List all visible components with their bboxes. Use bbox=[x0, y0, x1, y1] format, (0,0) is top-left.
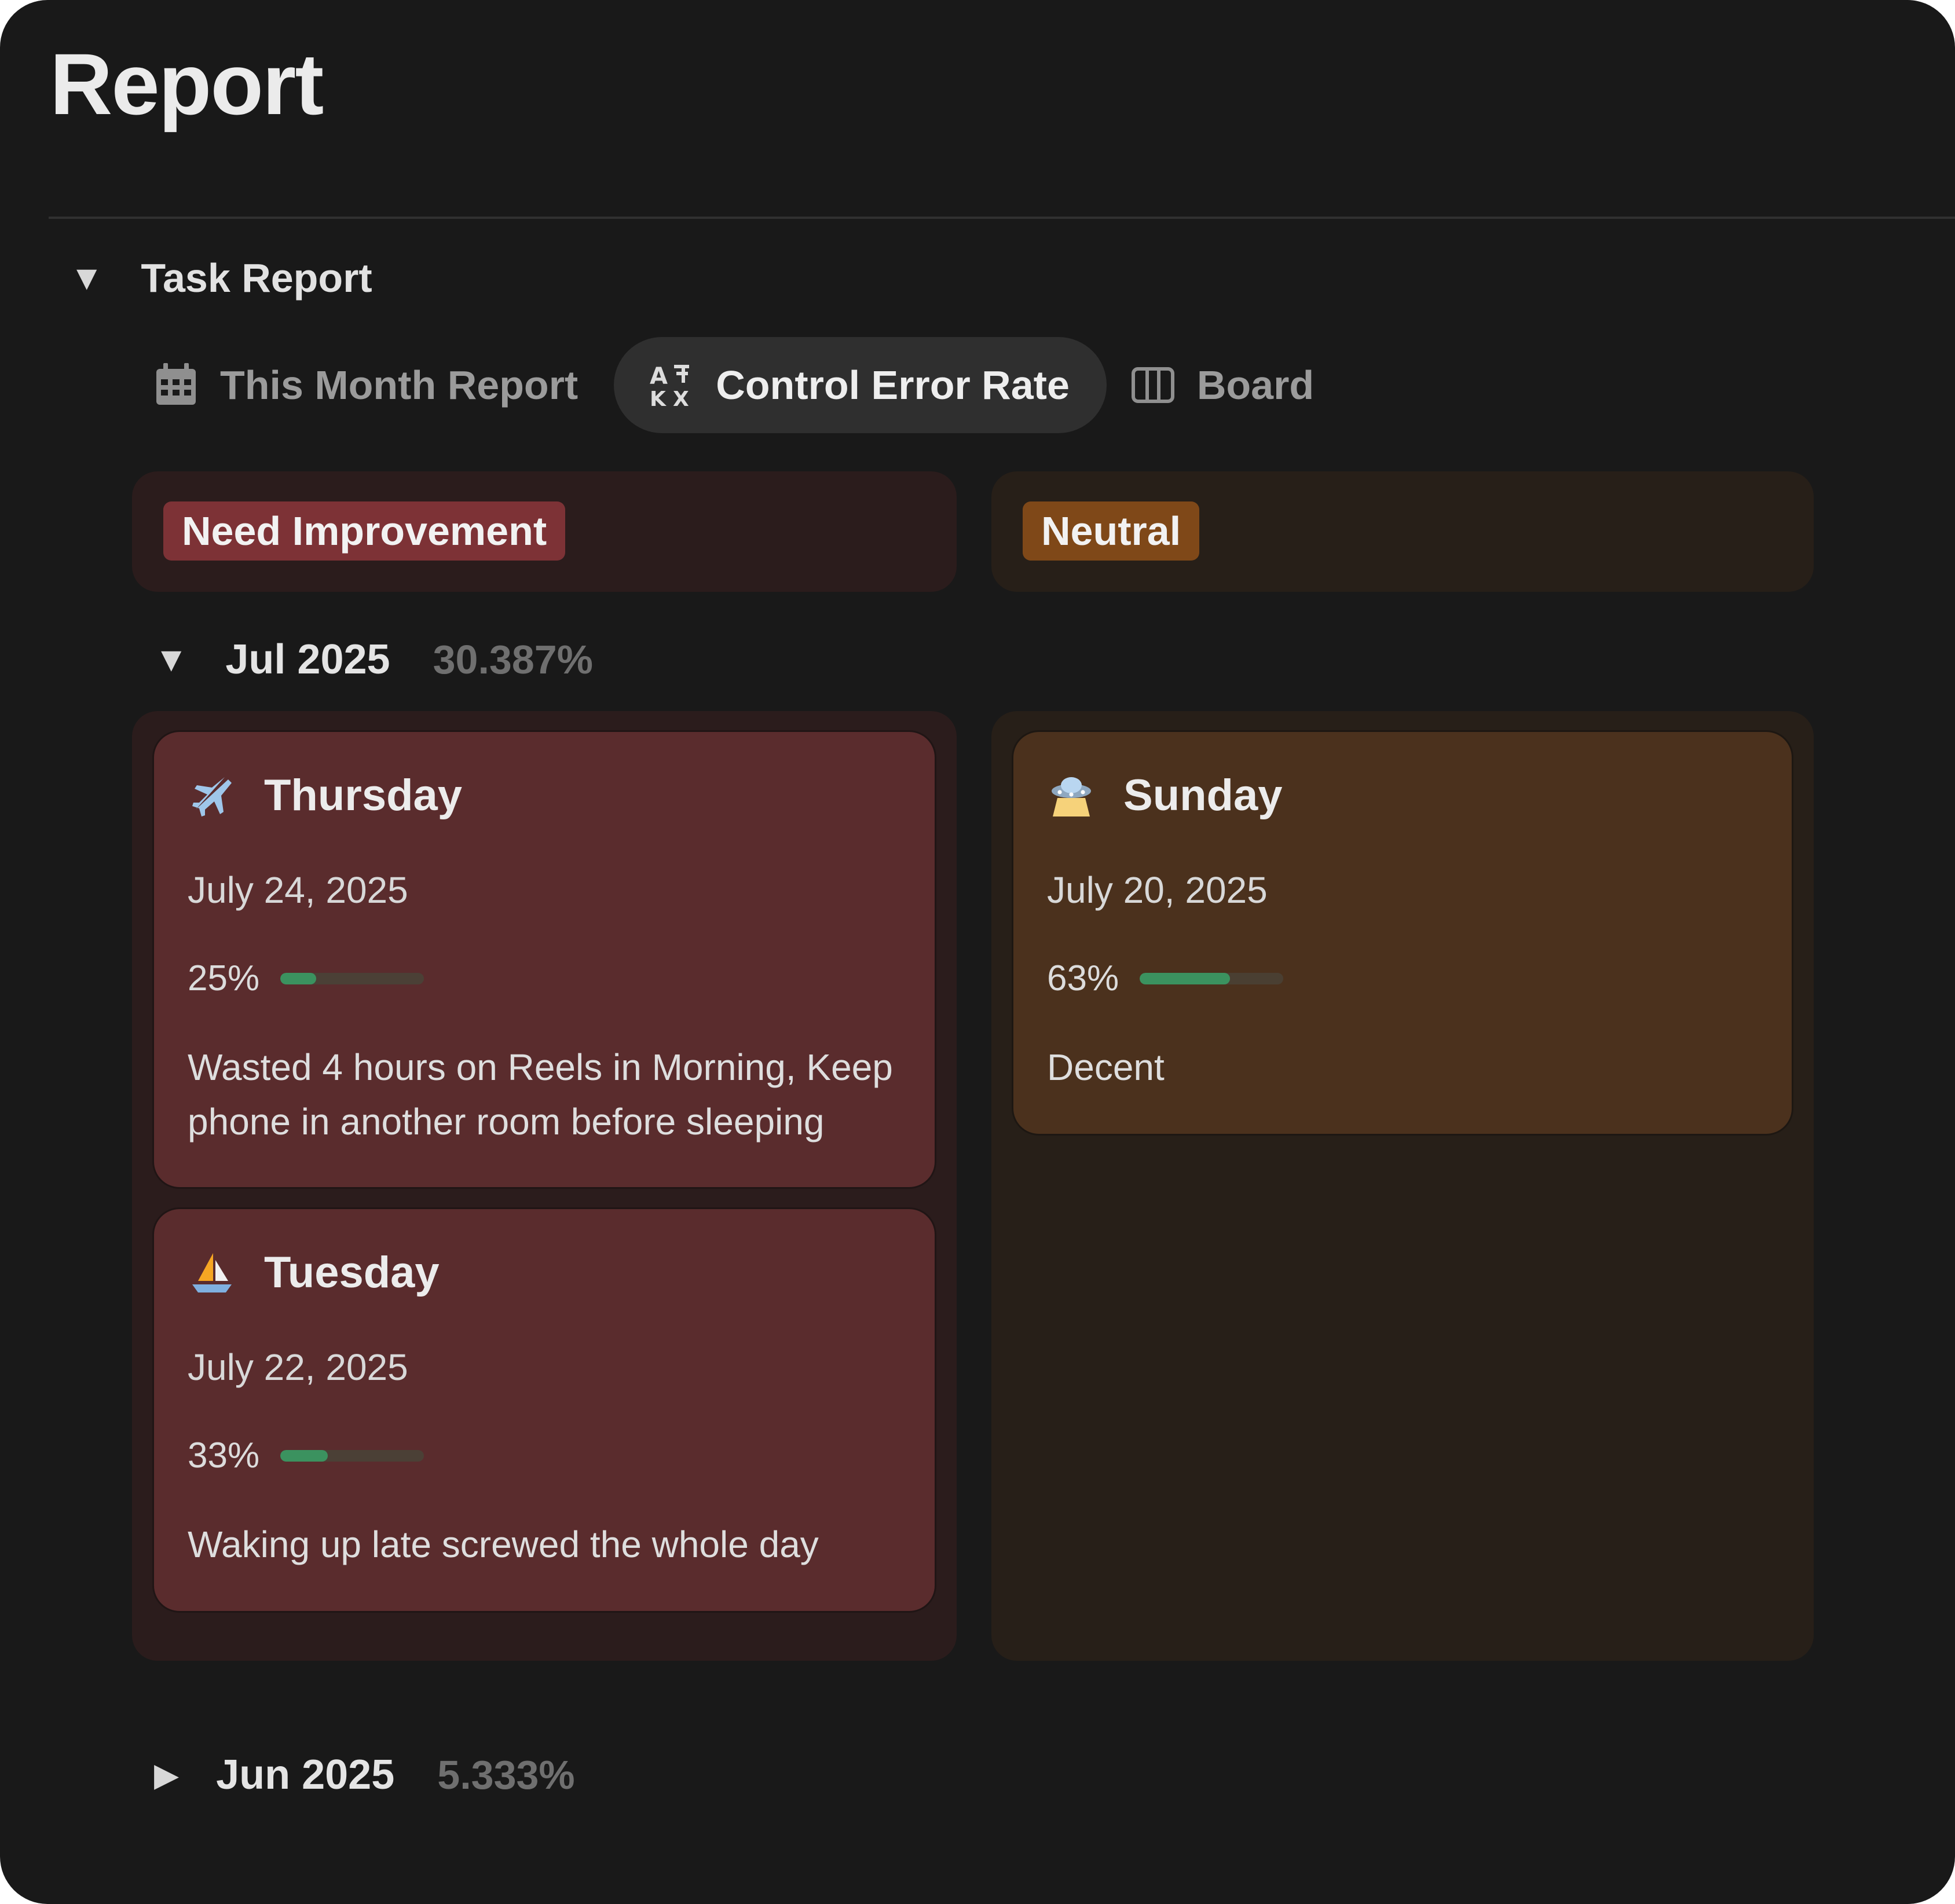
collapse-triangle-icon[interactable]: ▼ bbox=[69, 261, 104, 295]
card-title: Sunday bbox=[1123, 771, 1283, 820]
view-tabs: This Month Report A K X Control Error Ra… bbox=[153, 336, 1351, 434]
group-header-jun-2025[interactable]: ▶ Jun 2025 5.333% bbox=[154, 1751, 575, 1799]
card-date: July 22, 2025 bbox=[188, 1346, 408, 1388]
card-title: Thursday bbox=[264, 771, 463, 820]
tab-this-month-report[interactable]: This Month Report bbox=[153, 337, 615, 433]
card-note: Wasted 4 hours on Reels in Morning, Keep… bbox=[188, 1046, 893, 1143]
tab-label: Control Error Rate bbox=[716, 363, 1070, 408]
group-label: Jul 2025 bbox=[225, 636, 390, 683]
progress-bar-fill bbox=[280, 1449, 328, 1462]
card-sunday[interactable]: Sunday July 20, 2025 63% Decent bbox=[1013, 732, 1792, 1134]
board-columns-icon bbox=[1131, 367, 1174, 403]
tab-label: This Month Report bbox=[220, 363, 579, 408]
tab-board[interactable]: Board bbox=[1130, 337, 1351, 433]
progress-value: 33% bbox=[188, 1436, 260, 1475]
card-date: July 24, 2025 bbox=[188, 869, 408, 911]
progress-bar-fill bbox=[280, 972, 316, 984]
svg-text:A: A bbox=[650, 363, 668, 390]
progress: 63% bbox=[1047, 958, 1283, 999]
card-title: Tuesday bbox=[264, 1248, 440, 1297]
calendar-icon bbox=[156, 363, 196, 405]
column-header-neutral[interactable]: Neutral bbox=[991, 471, 1814, 592]
page-title: Report bbox=[50, 35, 324, 133]
progress-bar bbox=[280, 972, 424, 984]
progress-value: 63% bbox=[1047, 958, 1119, 998]
progress-bar bbox=[280, 1449, 424, 1462]
group-header-jul-2025[interactable]: ▼ Jul 2025 30.387% bbox=[154, 636, 593, 683]
progress: 25% bbox=[188, 958, 424, 999]
group-label: Jun 2025 bbox=[216, 1752, 395, 1798]
card-note: Waking up late screwed the whole day bbox=[188, 1524, 819, 1565]
column-body-neutral: Sunday July 20, 2025 63% Decent bbox=[991, 711, 1814, 1661]
svg-text:X: X bbox=[673, 387, 689, 408]
card-thursday[interactable]: Thursday July 24, 2025 25% Wasted 4 hour… bbox=[154, 732, 935, 1187]
airplane-icon bbox=[192, 777, 232, 816]
expand-triangle-icon[interactable]: ▶ bbox=[154, 1759, 179, 1791]
progress-bar-fill bbox=[1140, 972, 1231, 984]
tab-label: Board bbox=[1196, 363, 1315, 408]
tab-control-error-rate[interactable]: A K X Control Error Rate bbox=[614, 337, 1107, 433]
column-header-need-improvement[interactable]: Need Improvement bbox=[132, 471, 957, 592]
section-title: Task Report bbox=[141, 255, 372, 301]
app-window: Report ▼ Task Report This Month Report A bbox=[0, 0, 1955, 1904]
ufo-icon bbox=[1052, 777, 1091, 816]
group-aggregate: 30.387% bbox=[433, 637, 593, 682]
collapse-triangle-icon[interactable]: ▼ bbox=[154, 642, 188, 677]
card-tuesday[interactable]: Tuesday July 22, 2025 33% Waking up late… bbox=[154, 1209, 935, 1611]
section-header[interactable]: ▼ Task Report bbox=[69, 255, 372, 301]
progress-value: 25% bbox=[188, 958, 260, 998]
translate-icon: A K X bbox=[650, 363, 690, 408]
progress-bar bbox=[1140, 972, 1283, 984]
card-date: July 20, 2025 bbox=[1047, 869, 1268, 911]
column-body-need-improvement: Thursday July 24, 2025 25% Wasted 4 hour… bbox=[132, 711, 957, 1661]
progress: 33% bbox=[188, 1435, 424, 1476]
svg-text:K: K bbox=[650, 387, 667, 408]
status-badge: Need Improvement bbox=[163, 501, 566, 561]
group-aggregate: 5.333% bbox=[437, 1752, 575, 1797]
sailboat-icon bbox=[192, 1253, 232, 1292]
divider bbox=[49, 217, 1955, 219]
card-note: Decent bbox=[1047, 1046, 1165, 1088]
status-badge: Neutral bbox=[1023, 501, 1200, 561]
